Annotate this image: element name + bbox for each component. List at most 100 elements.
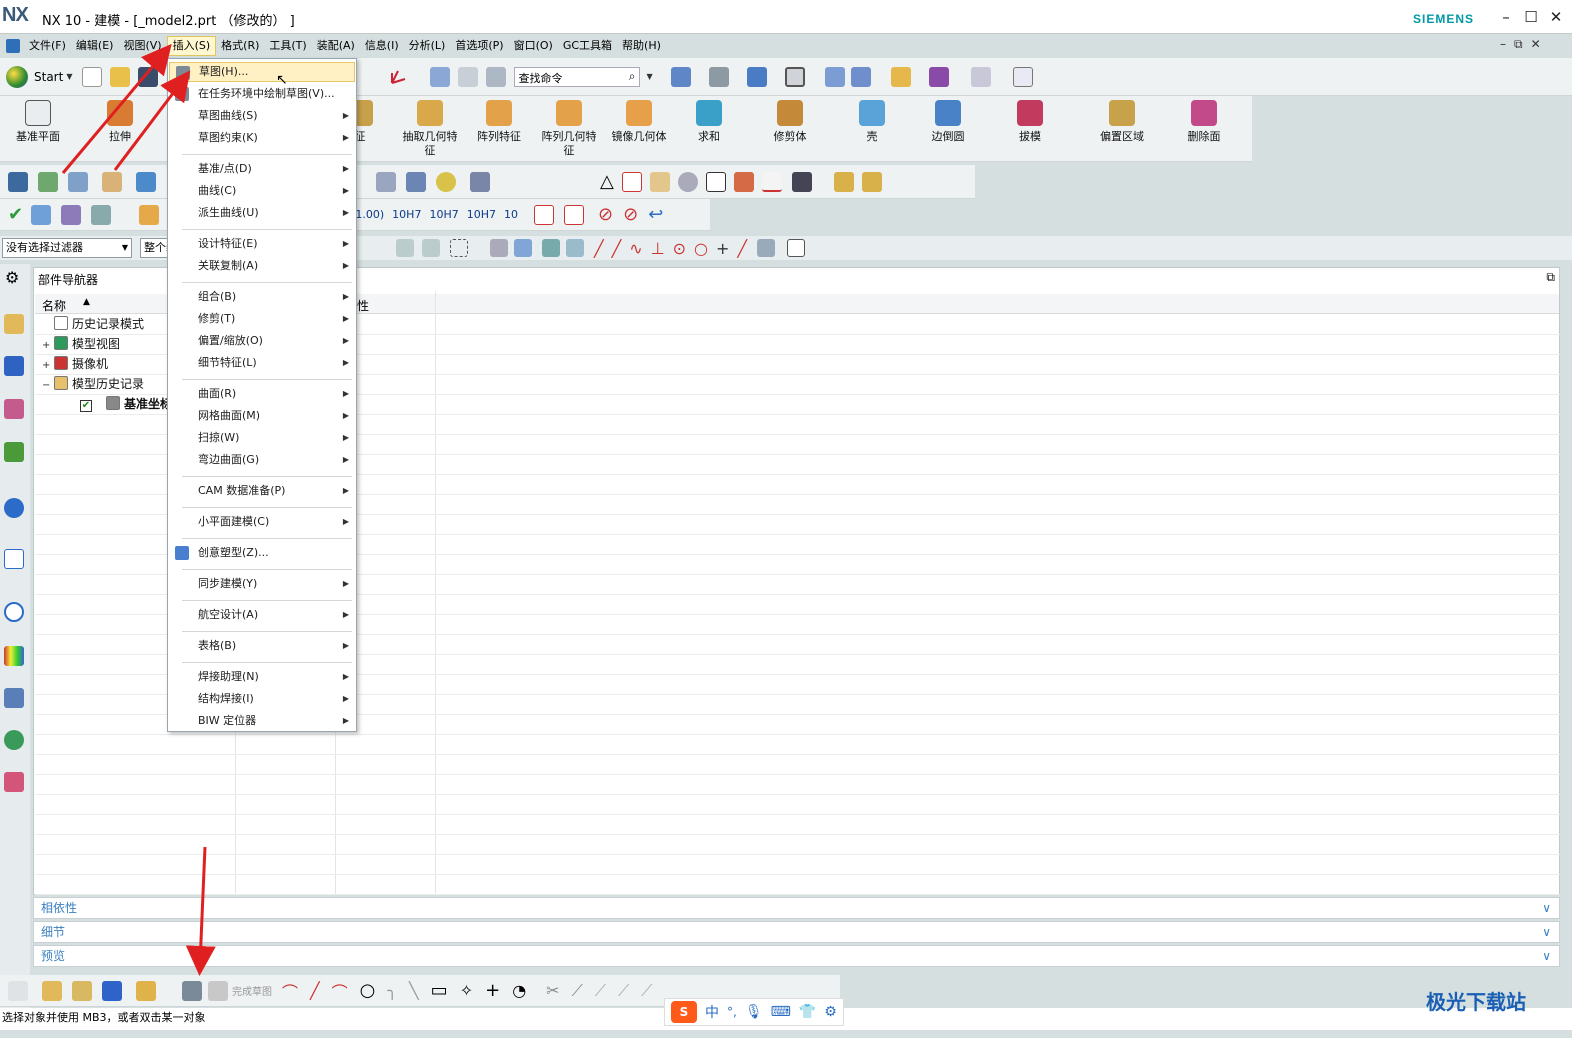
arc-icon[interactable]: ⌒: [332, 979, 348, 1003]
insert-menu-item-7[interactable]: 派生曲线(U) ▶: [169, 203, 355, 223]
coil-icon[interactable]: [436, 171, 456, 192]
open-folder-icon[interactable]: [110, 66, 131, 87]
point-on-face-icon[interactable]: [757, 239, 776, 257]
feature-button-8[interactable]: 修剪体: [760, 100, 820, 144]
measure-distance-icon[interactable]: [1012, 66, 1033, 87]
triangle-icon[interactable]: △: [600, 171, 614, 192]
feature-button-5[interactable]: 阵列几何特征: [539, 100, 599, 158]
tree-node[interactable]: 历史记录模式: [42, 315, 144, 333]
insert-menu-item-34[interactable]: 焊接助理(N) ▶: [169, 667, 355, 687]
finish-sketch-icon[interactable]: [208, 980, 228, 1001]
search-icon[interactable]: ⌕: [629, 69, 636, 84]
insert-menu-item-19[interactable]: 扫掠(W) ▶: [169, 428, 355, 448]
perpendicular-icon[interactable]: ⊥: [651, 239, 665, 258]
add-component-icon[interactable]: [42, 980, 62, 1001]
tool-cross-icon[interactable]: [470, 171, 490, 192]
keyboard-icon[interactable]: ⌨: [771, 1004, 791, 1020]
column-name-header[interactable]: 名称: [42, 297, 66, 314]
insert-menu-item-12[interactable]: 组合(B) ▶: [169, 287, 355, 307]
insert-menu-item-10[interactable]: 关联复制(A) ▶: [169, 256, 355, 276]
pmi-b-icon[interactable]: [564, 204, 585, 225]
insert-menu-item-36[interactable]: BIW 定位器 ▶: [169, 711, 355, 731]
doc-window-controls[interactable]: –⧉✕: [1500, 37, 1549, 52]
line-icon[interactable]: ╱: [310, 981, 320, 1000]
spring-icon[interactable]: [406, 171, 426, 192]
new-file-icon[interactable]: [82, 66, 103, 87]
start-button[interactable]: Start: [34, 70, 63, 84]
feature-button-7[interactable]: 求和: [679, 100, 739, 144]
skin-icon[interactable]: 👕: [799, 1004, 816, 1020]
insert-menu-item-0[interactable]: 草图(H)...: [169, 62, 355, 82]
pmi-label-3[interactable]: 10H7: [429, 208, 458, 221]
fillet-icon[interactable]: ╮: [387, 981, 397, 1000]
dimension-icon[interactable]: [761, 171, 782, 192]
insert-menu-item-1[interactable]: 在任务环境中绘制草图(V)...: [169, 84, 355, 104]
hd3d-tools-icon[interactable]: [4, 498, 24, 518]
palette-icon[interactable]: [4, 772, 24, 792]
midline-snap-icon[interactable]: ╱: [612, 239, 622, 258]
spline-icon[interactable]: ◔: [512, 981, 526, 1000]
sketch-tool-icon[interactable]: [102, 171, 122, 192]
assembly-navigator-icon[interactable]: [4, 314, 24, 334]
render-style-icon[interactable]: [708, 66, 729, 87]
menu-12[interactable]: 帮助(H): [617, 36, 666, 56]
selection-filter-dropdown[interactable]: 没有选择过滤器 ▼: [2, 238, 132, 258]
fit-view-icon[interactable]: [670, 66, 691, 87]
select-body-icon[interactable]: [490, 239, 508, 257]
center-snap-icon[interactable]: ⊙: [673, 239, 686, 258]
pmi-a-icon[interactable]: [534, 204, 555, 225]
feature-button-13[interactable]: 删除面: [1174, 100, 1234, 144]
plus-snap-icon[interactable]: +: [716, 239, 729, 258]
note-icon[interactable]: [705, 171, 726, 192]
clip-section-icon[interactable]: [850, 66, 871, 87]
circle-slash-2-icon[interactable]: ⊘: [623, 204, 638, 225]
rectangle-icon[interactable]: ▭: [431, 980, 448, 1001]
system-materials-icon[interactable]: [4, 646, 24, 666]
snap-2-icon[interactable]: [422, 239, 440, 257]
feature-button-3[interactable]: 抽取几何特征: [400, 100, 460, 158]
sketch-small-icon[interactable]: [182, 980, 202, 1001]
app-menu-icon[interactable]: [6, 39, 20, 53]
pmi-label-4[interactable]: 10H7: [467, 208, 496, 221]
insert-menu-item-20[interactable]: 弯边曲面(G) ▶: [169, 450, 355, 470]
web-browser-icon[interactable]: [4, 549, 24, 569]
sogou-icon[interactable]: S: [671, 1001, 697, 1023]
move-object-icon[interactable]: [458, 66, 479, 87]
close-button[interactable]: ✕: [1546, 8, 1566, 26]
pane-0[interactable]: 相依性 ∨: [33, 897, 1560, 919]
feature-button-12[interactable]: 偏置区域: [1092, 100, 1152, 144]
insert-menu-item-28[interactable]: 同步建模(Y) ▶: [169, 574, 355, 594]
insert-menu-item-30[interactable]: 航空设计(A) ▶: [169, 605, 355, 625]
insert-menu-item-3[interactable]: 草图约束(K) ▶: [169, 128, 355, 148]
process-studio-icon[interactable]: [4, 688, 24, 708]
selection-scope-dropdown[interactable]: 整个装: [140, 238, 168, 258]
insert-menu-item-2[interactable]: 草图曲线(S) ▶: [169, 106, 355, 126]
block-icon[interactable]: [833, 171, 854, 192]
pmi-label-5[interactable]: 10: [504, 208, 518, 221]
tree-node[interactable]: + 摄像机: [42, 355, 108, 373]
circle-icon[interactable]: ○: [360, 980, 376, 1001]
menu-6[interactable]: 装配(A): [312, 36, 360, 56]
report-icon[interactable]: [61, 204, 82, 225]
feature-button-4[interactable]: 阵列特征: [469, 100, 529, 144]
layer-settings-icon[interactable]: [38, 171, 58, 192]
wcs-icon[interactable]: [388, 67, 408, 87]
shaded-view-icon[interactable]: [746, 66, 767, 87]
insert-menu-item-35[interactable]: 结构焊接(I) ▶: [169, 689, 355, 709]
minimize-button[interactable]: –: [1496, 8, 1516, 26]
snap-view-icon[interactable]: [890, 66, 911, 87]
block-group-icon[interactable]: [861, 171, 882, 192]
analysis-icon[interactable]: [31, 204, 52, 225]
tangent-snap-icon[interactable]: ╱: [737, 239, 747, 258]
section-view-icon[interactable]: [824, 66, 845, 87]
ime-punct-label[interactable]: °,: [727, 1005, 737, 1019]
rect-select-icon[interactable]: [450, 239, 468, 257]
save-icon[interactable]: [138, 66, 159, 87]
menu-5[interactable]: 工具(T): [264, 36, 311, 56]
expand-toggle-icon[interactable]: −: [42, 377, 54, 395]
undo-arrow-icon[interactable]: ↩: [648, 204, 663, 225]
chamfer-icon[interactable]: ╲: [409, 981, 419, 1000]
settings-gear-icon[interactable]: ⚙: [5, 268, 19, 287]
circle-slash-icon[interactable]: ⊘: [598, 204, 613, 225]
csys-icon[interactable]: [430, 66, 451, 87]
